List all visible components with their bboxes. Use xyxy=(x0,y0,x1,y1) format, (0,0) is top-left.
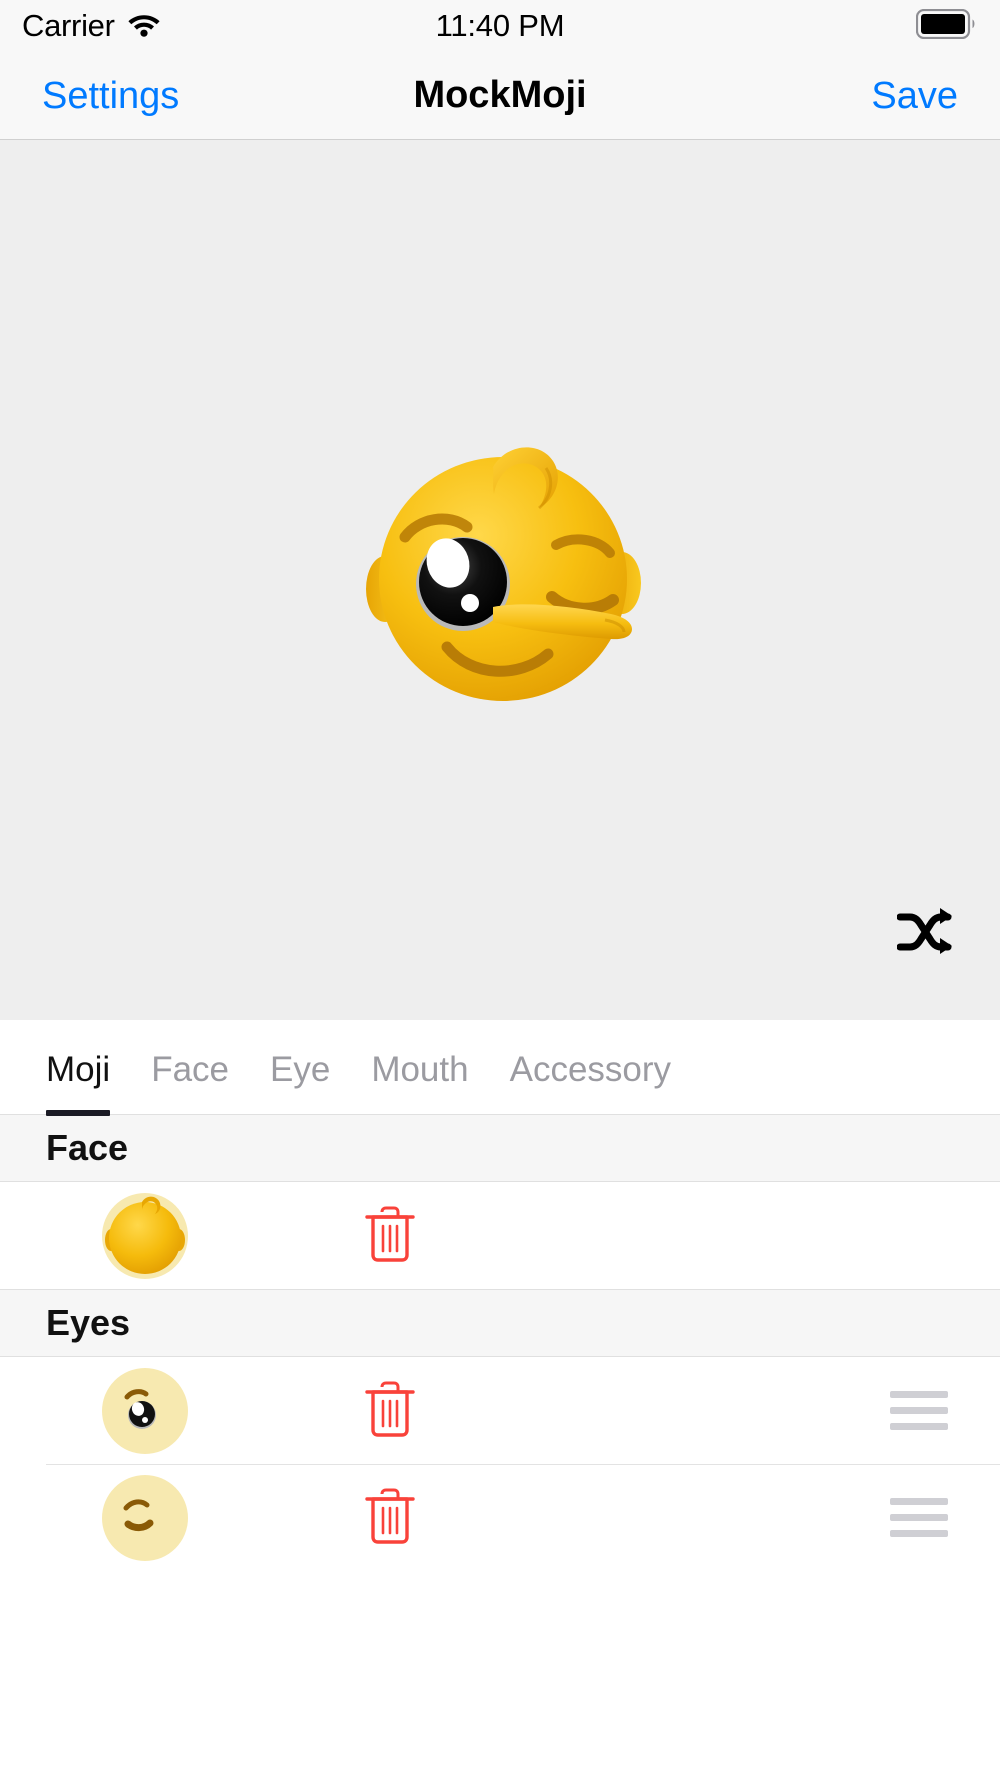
carrier-label: Carrier xyxy=(22,8,115,43)
status-bar: Carrier 11:40 PM xyxy=(0,0,1000,52)
handle-line xyxy=(890,1514,948,1521)
delete-button[interactable] xyxy=(364,1380,416,1441)
table-row[interactable] xyxy=(0,1464,1000,1571)
tab-moji[interactable]: Moji xyxy=(46,1050,137,1117)
section-title: Eyes xyxy=(46,1302,131,1343)
trash-icon xyxy=(364,1381,416,1441)
status-bar-left: Carrier xyxy=(22,8,161,44)
handle-cell xyxy=(890,1391,1000,1430)
delete-button[interactable] xyxy=(364,1205,416,1266)
delete-cell xyxy=(290,1205,490,1266)
shuffle-icon xyxy=(896,907,955,958)
tab-accessory[interactable]: Accessory xyxy=(510,1050,698,1090)
navigation-bar: Settings MockMoji Save xyxy=(0,52,1000,140)
face-thumbnail[interactable] xyxy=(102,1192,188,1279)
app-screen: Carrier 11:40 PM Settings MockMoji Save … xyxy=(0,0,1000,1778)
delete-cell xyxy=(290,1380,490,1441)
moji-preview-area[interactable] xyxy=(0,140,1000,1020)
section-header-face: Face xyxy=(0,1114,1000,1182)
moji-avatar-preview[interactable] xyxy=(343,411,663,731)
shuffle-button[interactable] xyxy=(896,902,956,962)
table-row[interactable] xyxy=(0,1182,1000,1289)
delete-cell xyxy=(290,1487,490,1548)
reorder-handle-icon[interactable] xyxy=(890,1498,948,1537)
status-bar-right xyxy=(915,8,978,44)
tab-bar: Moji Face Eye Mouth Accessory xyxy=(0,1020,1000,1117)
section-header-eyes: Eyes xyxy=(0,1289,1000,1357)
eye-open-thumbnail[interactable] xyxy=(102,1367,188,1454)
trash-icon xyxy=(364,1206,416,1266)
reorder-handle-icon[interactable] xyxy=(890,1391,948,1430)
handle-line xyxy=(890,1498,948,1505)
tab-eye[interactable]: Eye xyxy=(270,1050,357,1090)
tab-face[interactable]: Face xyxy=(151,1050,256,1090)
battery-full-icon xyxy=(915,8,978,44)
table-row[interactable] xyxy=(0,1357,1000,1464)
thumbnail-cell xyxy=(0,1192,290,1279)
delete-button[interactable] xyxy=(364,1487,416,1548)
wifi-icon xyxy=(127,11,161,42)
trash-icon xyxy=(364,1488,416,1548)
handle-line xyxy=(890,1407,948,1414)
layers-list: Face Eyes xyxy=(0,1114,1000,1778)
eye-wink-thumbnail[interactable] xyxy=(102,1474,188,1561)
tab-mouth[interactable]: Mouth xyxy=(371,1050,495,1090)
section-title: Face xyxy=(46,1127,129,1168)
handle-line xyxy=(890,1391,948,1398)
handle-line xyxy=(890,1530,948,1537)
handle-cell xyxy=(890,1498,1000,1537)
thumbnail-cell xyxy=(0,1367,290,1454)
thumbnail-cell xyxy=(0,1474,290,1561)
page-title: MockMoji xyxy=(413,74,587,116)
handle-line xyxy=(890,1423,948,1430)
clock-label: 11:40 PM xyxy=(435,8,565,43)
